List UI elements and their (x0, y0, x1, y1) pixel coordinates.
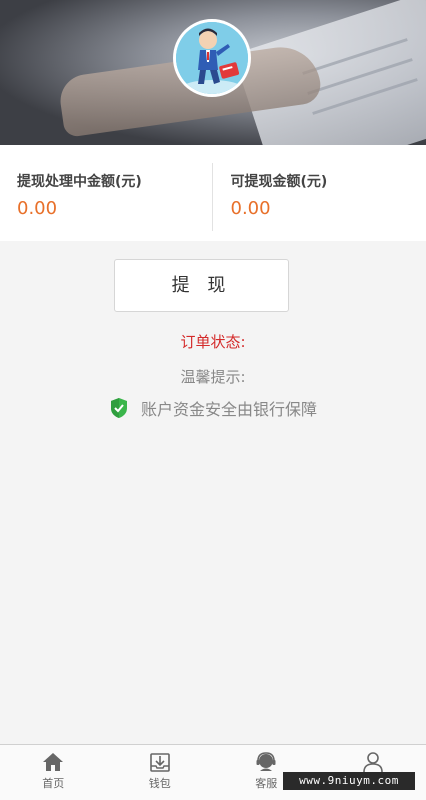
security-notice-text: 账户资金安全由银行保障 (140, 400, 317, 419)
tab-wallet[interactable]: 钱包 (107, 745, 214, 800)
wallet-download-icon (149, 753, 170, 772)
withdraw-button[interactable]: 提 现 (114, 259, 289, 312)
shield-check-icon (110, 398, 127, 418)
avatar[interactable] (173, 19, 251, 97)
home-icon (43, 753, 64, 771)
processing-amount-value: 0.00 (17, 198, 58, 219)
tab-service-label: 客服 (255, 777, 278, 790)
watermark: www.9niuym.com (283, 772, 415, 790)
processing-amount-label: 提现处理中金额(元) (17, 174, 142, 190)
processing-amount-block: 提现处理中金额(元) 0.00 (0, 145, 213, 241)
available-amount-value: 0.00 (230, 198, 271, 219)
tip-label: 温馨提示: (180, 368, 246, 386)
avatar-illustration-icon (176, 22, 248, 94)
order-status-label: 订单状态: (180, 333, 246, 351)
amount-divider (212, 163, 213, 231)
user-icon (362, 752, 383, 773)
tab-wallet-label: 钱包 (148, 777, 171, 790)
amount-summary: 提现处理中金额(元) 0.00 可提现金额(元) 0.00 (0, 145, 426, 241)
tab-home-label: 首页 (42, 777, 65, 790)
security-notice: 账户资金安全由银行保障 (0, 396, 426, 420)
customer-service-icon (256, 752, 276, 771)
tab-home[interactable]: 首页 (0, 745, 107, 800)
available-amount-label: 可提现金额(元) (230, 174, 328, 190)
available-amount-block: 可提现金额(元) 0.00 (213, 145, 426, 241)
